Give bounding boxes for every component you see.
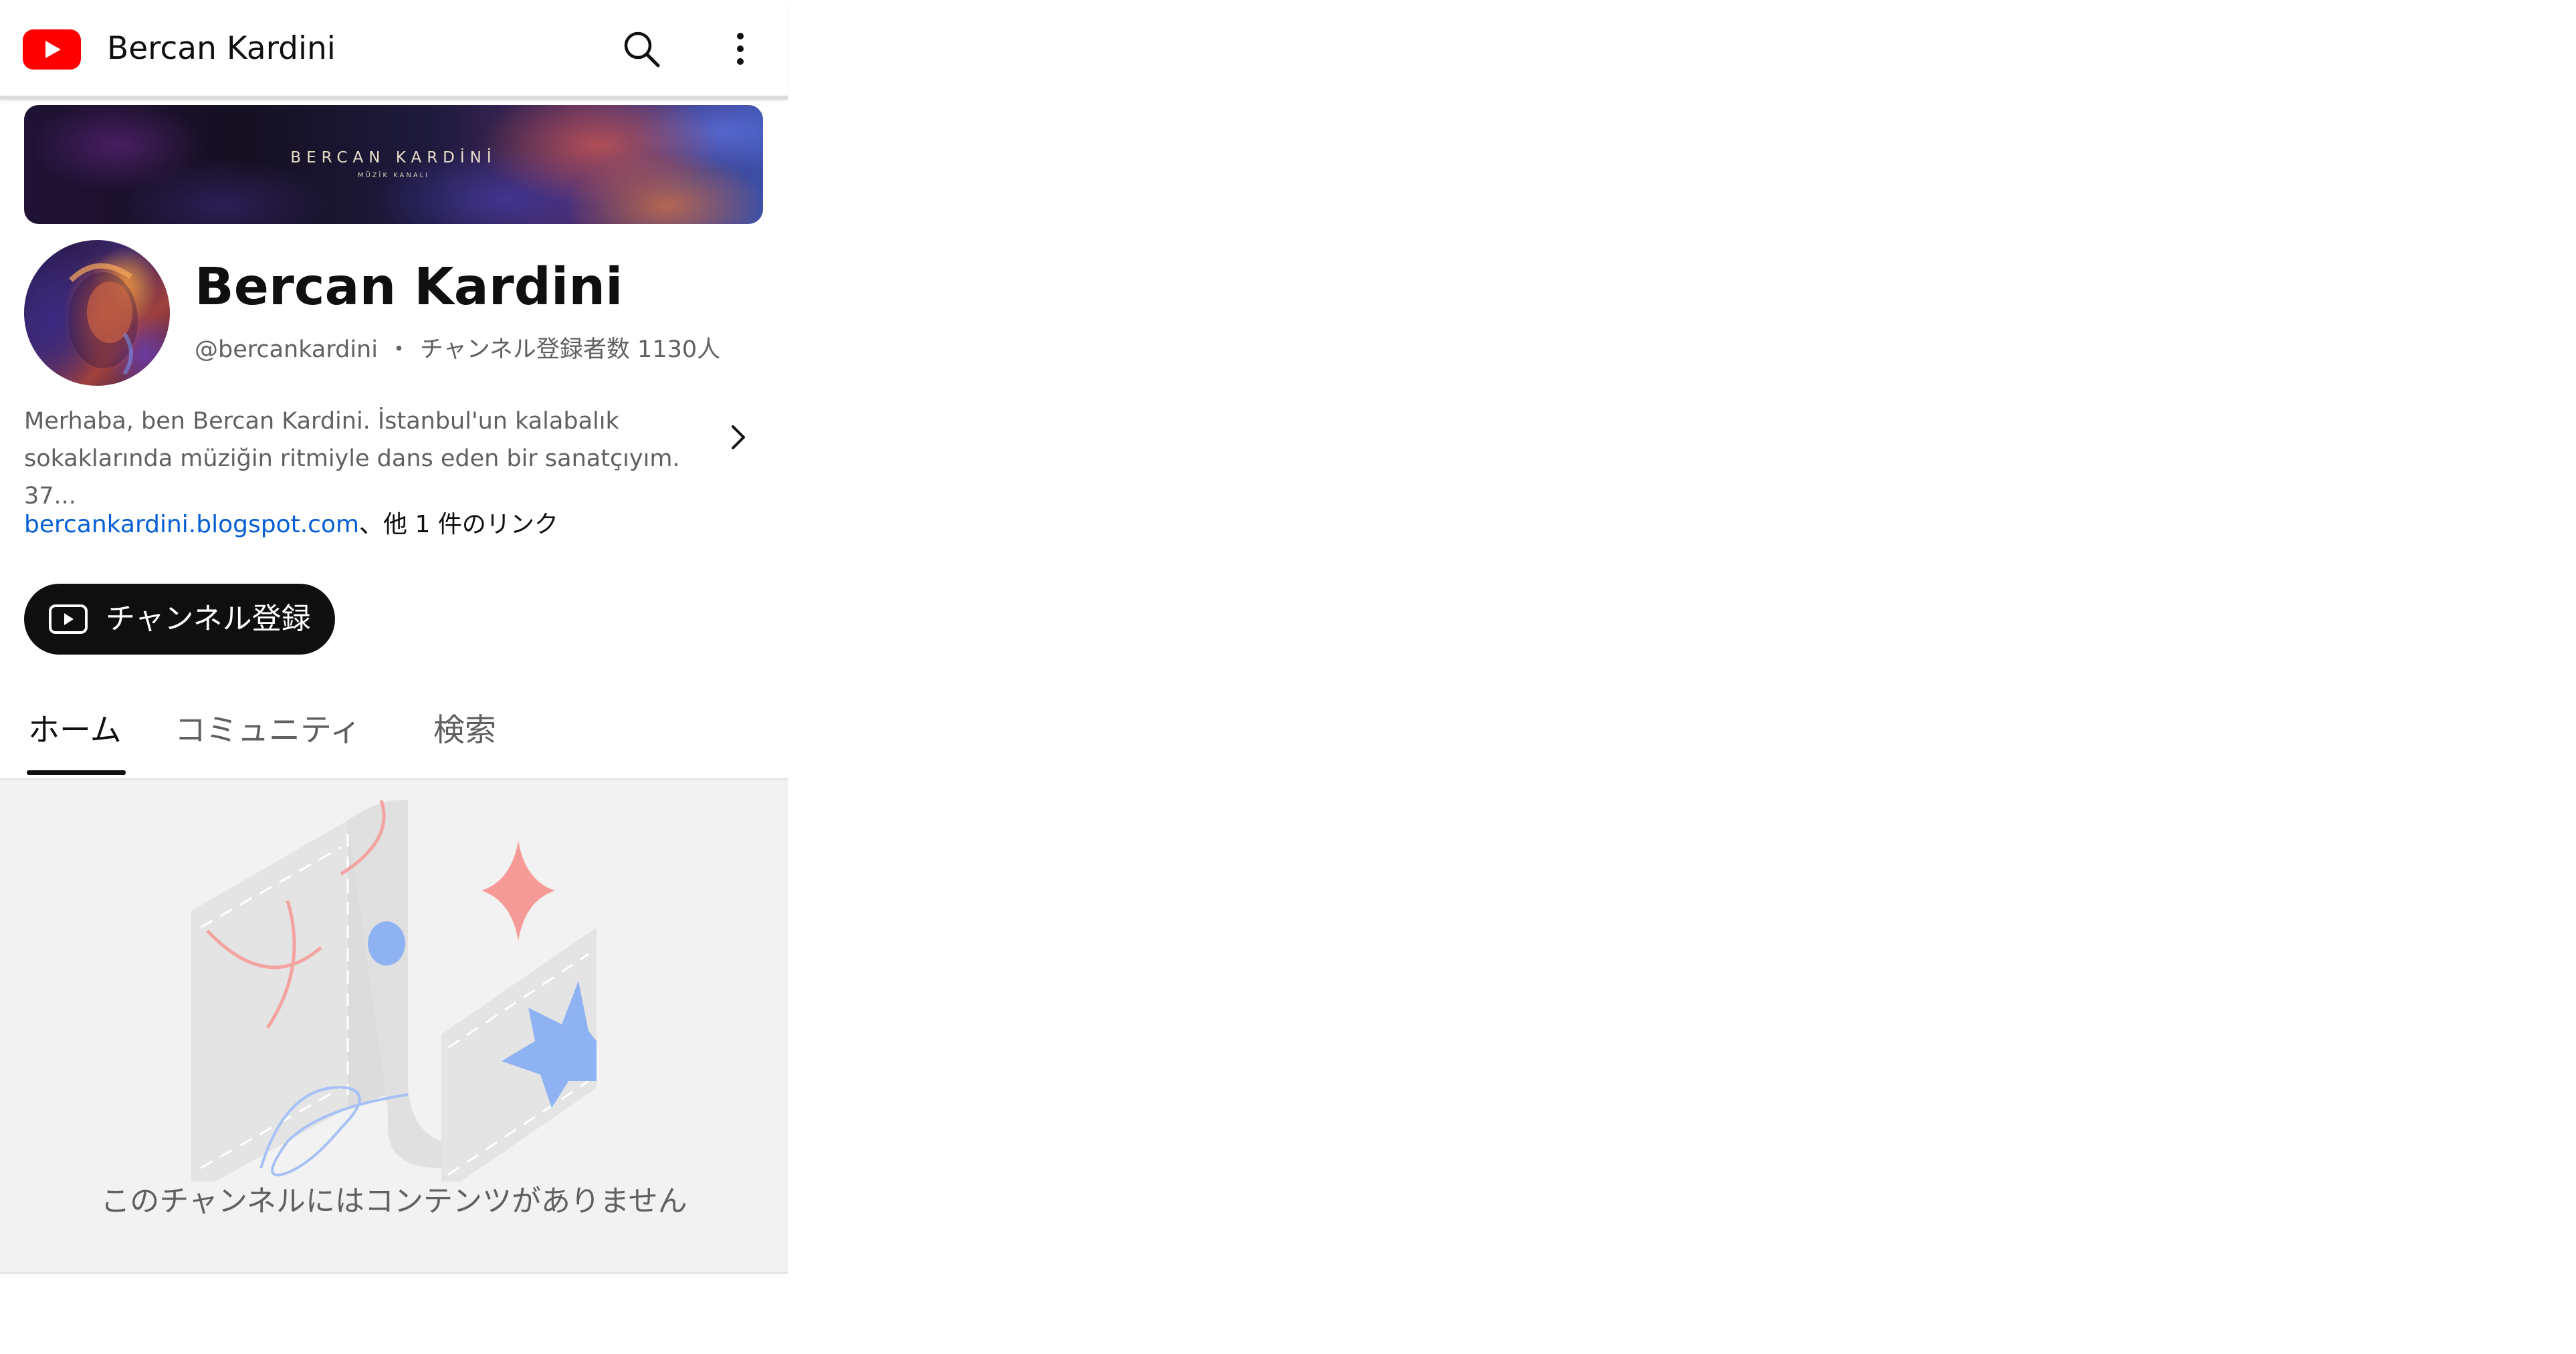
channel-meta: @bercankardini ・チャンネル登録者数 1130人 — [195, 333, 720, 366]
channel-banner: BERCAN KARDİNİ MÜZİK KANALI — [24, 105, 763, 224]
more-links[interactable]: 、他 1 件のリンク — [359, 511, 558, 538]
subscribe-button[interactable]: チャンネル登録 — [24, 584, 335, 655]
subscribe-label: チャンネル登録 — [106, 602, 311, 636]
app-title: Bercan Kardini — [107, 30, 336, 67]
subscriber-count: チャンネル登録者数 1130人 — [419, 336, 721, 363]
top-bar: Bercan Kardini — [0, 0, 788, 100]
tab-home[interactable]: ホーム — [28, 709, 122, 753]
banner-subtitle: MÜZİK KANALI — [357, 172, 430, 179]
channel-avatar[interactable] — [24, 240, 170, 386]
avatar-portrait — [68, 263, 138, 375]
tab-community[interactable]: コミュニティ — [175, 709, 361, 753]
chevron-right-icon[interactable] — [726, 420, 750, 455]
channel-handle: @bercankardini — [195, 336, 378, 363]
channel-name: Bercan Kardini — [195, 257, 623, 317]
channel-tabs: ホーム コミュニティ 検索 — [0, 695, 788, 780]
meta-separator: ・ — [387, 336, 411, 363]
banner-title: BERCAN KARDİNİ — [290, 149, 497, 166]
empty-channel-illustration — [191, 800, 597, 1181]
tab-search[interactable]: 検索 — [433, 709, 496, 753]
more-vert-icon[interactable] — [724, 27, 757, 71]
active-tab-indicator — [27, 770, 126, 775]
youtube-logo-icon[interactable] — [23, 29, 81, 70]
channel-description[interactable]: Merhaba, ben Bercan Kardini. İstanbul'un… — [24, 403, 720, 515]
channel-link[interactable]: bercankardini.blogspot.com — [24, 511, 359, 538]
empty-state: このチャンネルにはコンテンツがありません — [0, 780, 788, 1274]
youtube-play-icon — [49, 604, 88, 634]
empty-state-message: このチャンネルにはコンテンツがありません — [100, 1184, 687, 1218]
channel-links: bercankardini.blogspot.com、他 1 件のリンク — [24, 508, 558, 542]
channel-page: Bercan Kardini BERCAN KARDİNİ MÜZİK KANA… — [0, 0, 788, 1274]
search-icon[interactable] — [619, 27, 663, 71]
